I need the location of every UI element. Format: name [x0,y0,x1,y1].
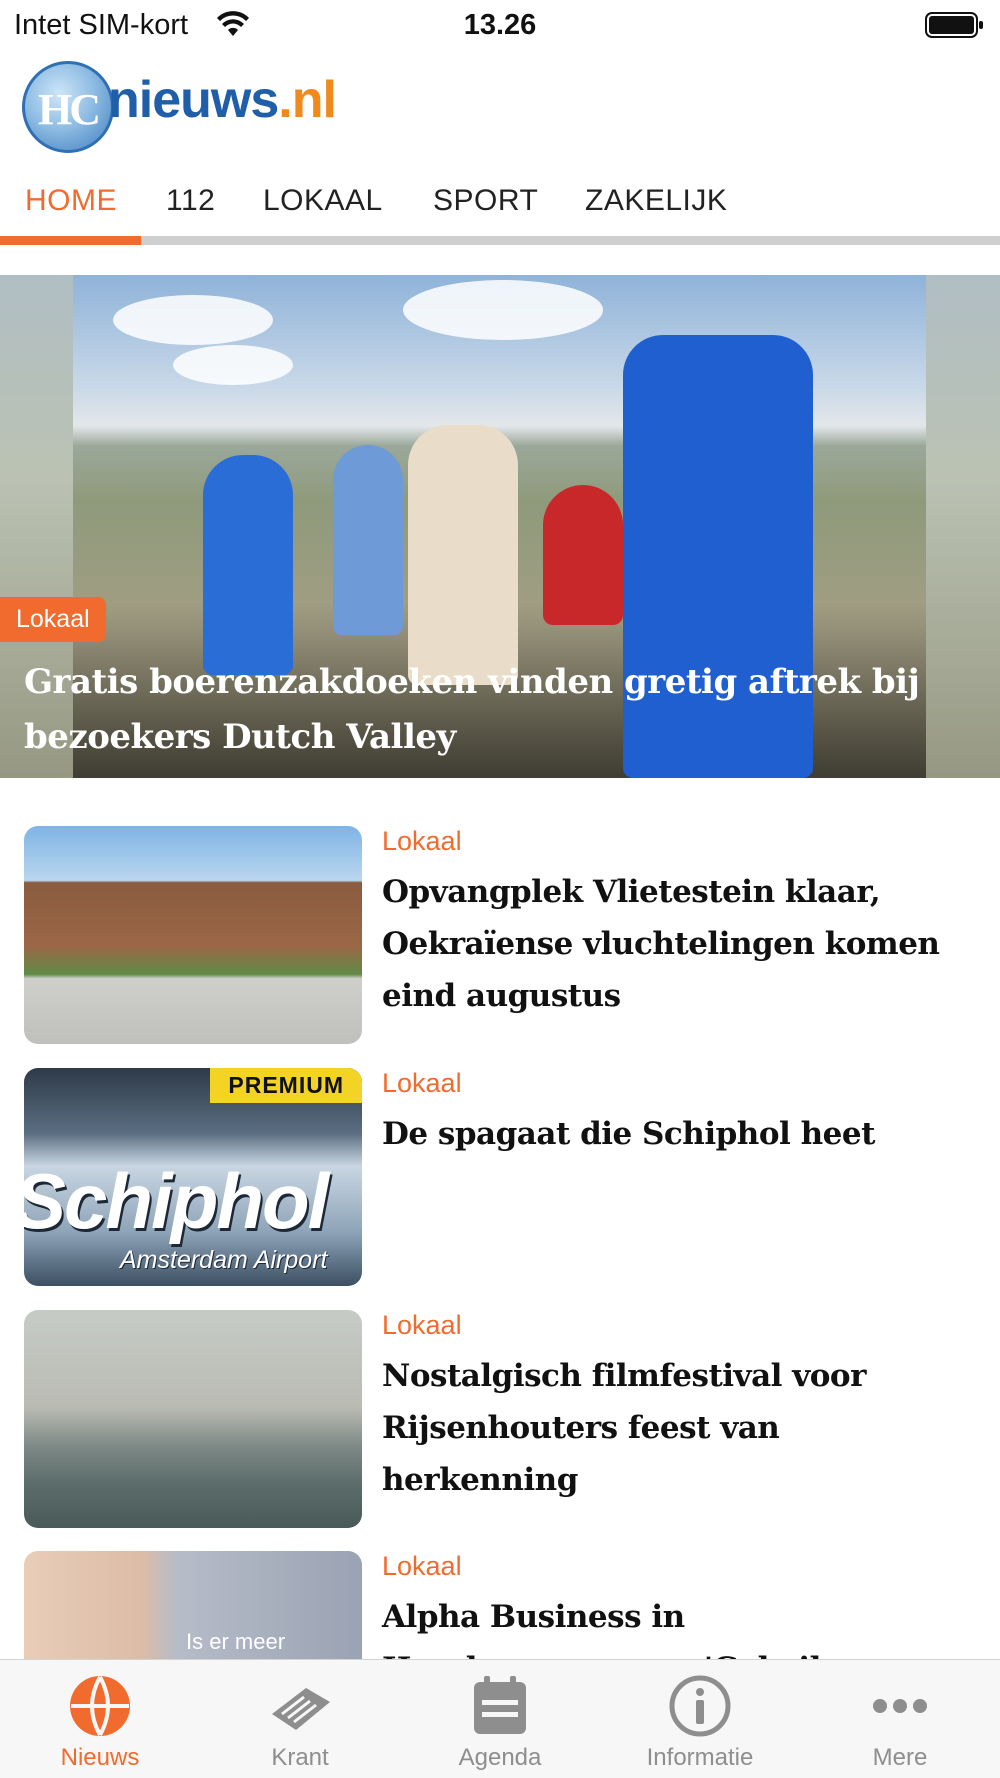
article-thumbnail [24,826,362,1044]
tabbar-item-informatie[interactable]: Informatie [600,1660,800,1778]
tabbar-label: Mere [872,1744,928,1771]
logo-name: nieuws [108,71,279,129]
hero-category-badge: Lokaal [0,597,106,642]
status-bar: Intet SIM-kort 13.26 [0,0,1000,50]
more-icon [873,1699,927,1713]
article-title[interactable]: De spagaat die Schiphol heet [382,1108,982,1160]
tabbar-item-krant[interactable]: Krant [200,1660,400,1778]
logo-tld: .nl [278,71,337,129]
logo-mark: HC [38,85,101,134]
tab-zakelijk[interactable]: ZAKELIJK [585,184,727,218]
tab-lokaal[interactable]: LOKAAL [263,184,383,218]
premium-badge: PREMIUM [210,1068,362,1103]
tab-active-indicator [0,236,141,245]
hero-article[interactable]: Lokaal Gratis boerenzakdoeken vinden gre… [0,275,1000,778]
tabbar-item-mere[interactable]: Mere [800,1660,1000,1778]
category-tabs: HOME 112 LOKAAL SPORT ZAKELIJK [0,176,1000,246]
article-thumbnail: Is er meer [24,1551,362,1659]
app-logo[interactable]: HC nieuws.nl [20,58,360,156]
article-category: Lokaal [382,826,462,856]
article-category: Lokaal [382,1310,462,1340]
article-title[interactable]: Nostalgisch filmfestival voor Rijsenhout… [382,1350,982,1506]
tabbar-item-agenda[interactable]: Agenda [400,1660,600,1778]
article-title[interactable]: Alpha Business in Haarlemmermeer: 'Gebei… [382,1591,982,1659]
calendar-icon [474,1676,526,1734]
article-category: Lokaal [382,1551,462,1581]
thumbnail-caption: Is er meer [186,1629,286,1654]
list-item[interactable]: Schiphol Amsterdam Airport PREMIUM Lokaa… [0,1068,1000,1288]
tabbar-label: Agenda [458,1744,542,1771]
article-title[interactable]: Opvangplek Vlietestein klaar, Oekraïense… [382,866,982,1022]
logo-wordmark: nieuws.nl [108,70,337,130]
tabbar-item-nieuws[interactable]: Nieuws [0,1660,200,1778]
bottom-tab-bar: Nieuws Krant Agenda Informatie Mere [0,1659,1000,1778]
clock: 13.26 [463,9,537,41]
tabbar-label: Nieuws [60,1744,140,1771]
hero-title[interactable]: Gratis boerenzakdoeken vinden gretig aft… [24,655,964,765]
list-item[interactable]: Is er meer Lokaal Alpha Business in Haar… [0,1551,1000,1659]
tabbar-label: Informatie [646,1744,754,1771]
battery-icon [925,12,983,38]
thumbnail-sign-text: Schiphol [24,1157,329,1245]
tab-sport[interactable]: SPORT [433,184,538,218]
thumbnail-sign-subtext: Amsterdam Airport [120,1246,328,1274]
info-icon [669,1675,731,1737]
tabbar-label: Krant [271,1744,329,1771]
list-item[interactable]: Lokaal Opvangplek Vlietestein klaar, Oek… [0,826,1000,1046]
tab-track [0,236,1000,245]
tab-home[interactable]: HOME [25,184,117,218]
article-category: Lokaal [382,1068,462,1098]
globe-icon [70,1676,130,1736]
article-thumbnail: Schiphol Amsterdam Airport PREMIUM [24,1068,362,1286]
tab-112[interactable]: 112 [166,184,215,218]
list-item[interactable]: Lokaal Nostalgisch filmfestival voor Rij… [0,1310,1000,1530]
newspaper-icon [272,1688,330,1730]
article-thumbnail [24,1310,362,1528]
